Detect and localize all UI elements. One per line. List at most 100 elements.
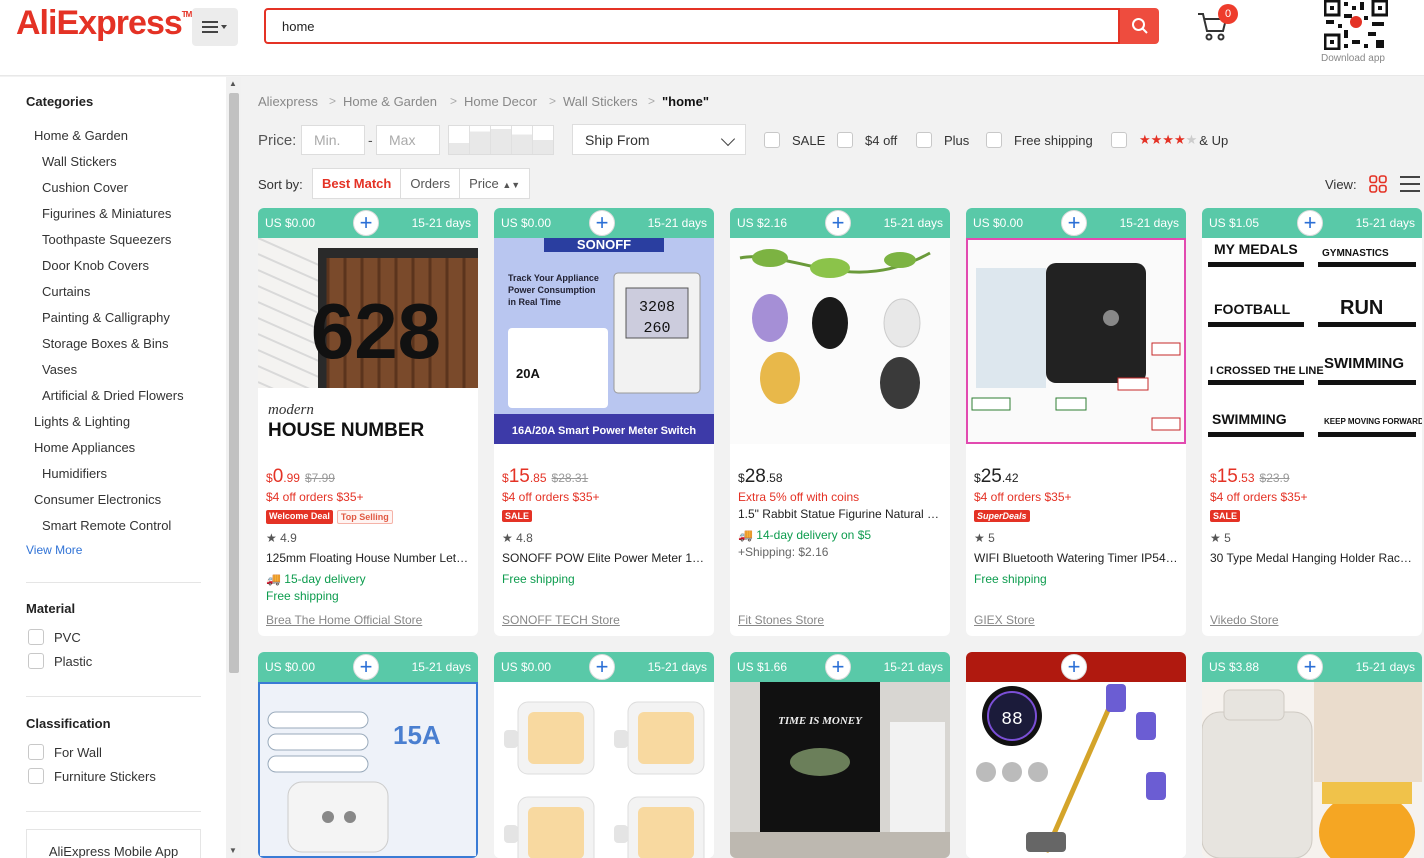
add-to-bundle-plus-icon[interactable]: + xyxy=(589,654,615,680)
store-link[interactable]: Vikedo Store xyxy=(1210,613,1279,627)
product-card[interactable]: US $1.05 15-21 days + MY MEDALS GYMNASTI… xyxy=(1202,208,1422,636)
sort-orders[interactable]: Orders xyxy=(401,169,461,198)
add-to-bundle-plus-icon[interactable]: + xyxy=(1061,654,1087,680)
classification-title: Classification xyxy=(26,716,111,731)
product-image[interactable] xyxy=(966,238,1186,444)
product-card[interactable]: US $0.00 15-21 days + 628 modern HOUSE N… xyxy=(258,208,478,636)
view-more-link[interactable]: View More xyxy=(26,543,82,557)
breadcrumb-item[interactable]: Home Decor xyxy=(464,94,537,109)
category-curtains[interactable]: Curtains xyxy=(42,284,90,299)
checkbox[interactable] xyxy=(837,132,853,148)
product-card[interactable]: + 88 xyxy=(966,652,1186,858)
grid-view-icon[interactable] xyxy=(1369,175,1387,193)
product-title[interactable]: 1.5" Rabbit Statue Figurine Natural Crys… xyxy=(738,507,942,521)
checkbox[interactable] xyxy=(916,132,932,148)
price-max-input[interactable]: Max xyxy=(376,125,440,155)
product-card[interactable]: US $0.00 15-21 days + $25.42 $4 off orde… xyxy=(966,208,1186,636)
category-cushion-cover[interactable]: Cushion Cover xyxy=(42,180,128,195)
add-to-bundle-plus-icon[interactable]: + xyxy=(353,210,379,236)
category-painting-calligraphy[interactable]: Painting & Calligraphy xyxy=(42,310,170,325)
aliexpress-logo[interactable]: AliExpressTM xyxy=(16,4,192,43)
search-input[interactable] xyxy=(264,8,1120,44)
checkbox[interactable] xyxy=(28,768,44,784)
sidebar-scroll-thumb[interactable] xyxy=(229,93,239,673)
scroll-up-arrow-icon[interactable]: ▲ xyxy=(229,79,237,88)
product-card[interactable]: US $0.00 15-21 days + xyxy=(494,652,714,858)
category-wall-stickers[interactable]: Wall Stickers xyxy=(42,154,117,169)
breadcrumb-item[interactable]: Home & Garden xyxy=(343,94,437,109)
category-lights-lighting[interactable]: Lights & Lighting xyxy=(34,414,130,429)
category-smart-remote-control[interactable]: Smart Remote Control xyxy=(42,518,171,533)
filter-four-off[interactable]: $4 off xyxy=(837,132,897,148)
checkbox[interactable] xyxy=(764,132,780,148)
category-artificial-dried-flowers[interactable]: Artificial & Dried Flowers xyxy=(42,388,184,403)
product-title[interactable]: SONOFF POW Elite Power Meter 16A 20A xyxy=(502,551,706,565)
store-link[interactable]: SONOFF TECH Store xyxy=(502,613,620,627)
breadcrumb-item[interactable]: Wall Stickers xyxy=(563,94,638,109)
sort-best-match[interactable]: Best Match xyxy=(313,169,402,198)
filter-sale[interactable]: SALE xyxy=(764,132,825,148)
product-title[interactable]: 30 Type Medal Hanging Holder Rack Displa… xyxy=(1210,551,1414,565)
delivery-days: 15-21 days xyxy=(1119,216,1179,230)
checkbox[interactable] xyxy=(986,132,1002,148)
ship-from-dropdown[interactable]: Ship From xyxy=(572,124,746,155)
checkbox[interactable] xyxy=(28,744,44,760)
material-option-plastic[interactable]: Plastic xyxy=(28,653,92,669)
download-app-label[interactable]: Download app xyxy=(1321,53,1385,64)
product-title[interactable]: 125mm Floating House Number Letters xyxy=(266,551,470,565)
add-to-bundle-plus-icon[interactable]: + xyxy=(353,654,379,680)
product-image[interactable] xyxy=(1202,682,1422,858)
add-to-bundle-plus-icon[interactable]: + xyxy=(1061,210,1087,236)
add-to-bundle-plus-icon[interactable]: + xyxy=(825,210,851,236)
classification-option-for-wall[interactable]: For Wall xyxy=(28,744,102,760)
product-image[interactable]: MY MEDALS GYMNASTICS FOOTBALL RUN I CROS… xyxy=(1202,238,1422,444)
category-door-knob-covers[interactable]: Door Knob Covers xyxy=(42,258,149,273)
product-image[interactable]: 628 modern HOUSE NUMBER xyxy=(258,238,478,444)
material-option-pvc[interactable]: PVC xyxy=(28,629,81,645)
price-range-histogram[interactable] xyxy=(448,125,554,155)
classification-option-furniture-stickers[interactable]: Furniture Stickers xyxy=(28,768,156,784)
store-link[interactable]: Brea The Home Official Store xyxy=(266,613,422,627)
qr-code-icon[interactable] xyxy=(1324,0,1388,50)
product-title[interactable]: WIFI Bluetooth Watering Timer IP54 Garde… xyxy=(974,551,1178,565)
add-to-bundle-plus-icon[interactable]: + xyxy=(1297,210,1323,236)
category-humidifiers[interactable]: Humidifiers xyxy=(42,466,107,481)
filter-free-shipping[interactable]: Free shipping xyxy=(986,132,1093,148)
scroll-down-arrow-icon[interactable]: ▼ xyxy=(229,846,237,855)
add-to-bundle-plus-icon[interactable]: + xyxy=(589,210,615,236)
checkbox[interactable] xyxy=(28,653,44,669)
category-home-garden[interactable]: Home & Garden xyxy=(34,128,128,143)
category-storage-boxes-bins[interactable]: Storage Boxes & Bins xyxy=(42,336,168,351)
product-image[interactable]: SONOFF Track Your Appliance Power Consum… xyxy=(494,238,714,444)
product-card[interactable]: US $1.66 15-21 days + TIME IS MONEY xyxy=(730,652,950,858)
product-image[interactable] xyxy=(730,238,950,444)
breadcrumb-item[interactable]: Aliexpress xyxy=(258,94,318,109)
add-to-bundle-plus-icon[interactable]: + xyxy=(1297,654,1323,680)
filter-rating[interactable]: ★★★★★ & Up xyxy=(1111,132,1228,148)
categories-menu-button[interactable] xyxy=(192,8,238,46)
price-min-input[interactable]: Min. xyxy=(301,125,365,155)
category-home-appliances[interactable]: Home Appliances xyxy=(34,440,135,455)
category-consumer-electronics[interactable]: Consumer Electronics xyxy=(34,492,161,507)
category-figurines-miniatures[interactable]: Figurines & Miniatures xyxy=(42,206,171,221)
category-toothpaste-squeezers[interactable]: Toothpaste Squeezers xyxy=(42,232,171,247)
product-card[interactable]: US $3.88 15-21 days + xyxy=(1202,652,1422,858)
product-image[interactable] xyxy=(494,682,714,858)
list-view-icon[interactable] xyxy=(1400,175,1420,193)
search-button[interactable] xyxy=(1120,8,1159,44)
product-card[interactable]: US $0.00 15-21 days + SONOFF Track Your … xyxy=(494,208,714,636)
product-image[interactable]: 15A xyxy=(258,682,478,858)
product-image[interactable]: 88 xyxy=(966,682,1186,858)
product-image[interactable]: TIME IS MONEY xyxy=(730,682,950,858)
sort-price[interactable]: Price ▲▼ xyxy=(460,169,529,198)
filter-plus[interactable]: Plus xyxy=(916,132,969,148)
category-vases[interactable]: Vases xyxy=(42,362,77,377)
store-link[interactable]: GIEX Store xyxy=(974,613,1035,627)
store-link[interactable]: Fit Stones Store xyxy=(738,613,824,627)
add-to-bundle-plus-icon[interactable]: + xyxy=(825,654,851,680)
checkbox[interactable] xyxy=(1111,132,1127,148)
product-card[interactable]: US $2.16 15-21 days + $28.58 Extra 5% of… xyxy=(730,208,950,636)
product-card[interactable]: US $0.00 15-21 days + 15A xyxy=(258,652,478,858)
mobile-app-banner[interactable]: AliExpress Mobile App xyxy=(26,829,201,858)
checkbox[interactable] xyxy=(28,629,44,645)
